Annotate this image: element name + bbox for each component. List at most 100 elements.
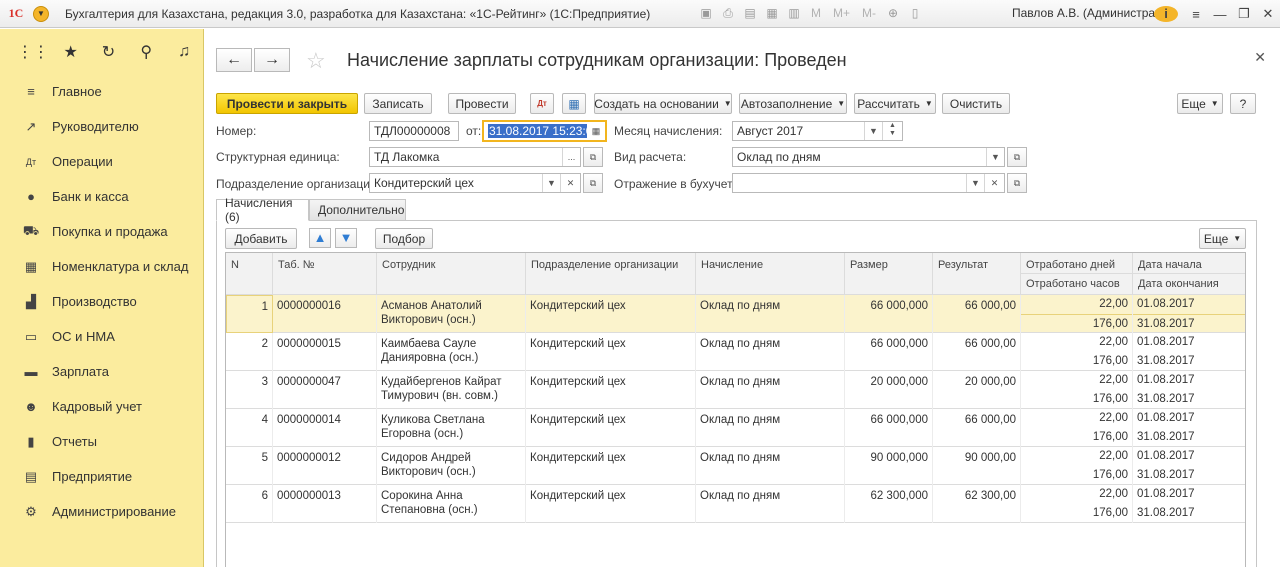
sidebar-item-admin[interactable]: ⚙ Администрирование <box>0 494 203 529</box>
column-header-hours[interactable]: Отработано часов <box>1021 274 1133 295</box>
cell-start-date[interactable]: 01.08.2017 <box>1133 333 1245 352</box>
cell-size[interactable]: 66 000,000 <box>845 333 933 371</box>
move-up-button[interactable]: ▲ <box>309 228 331 248</box>
cell-days[interactable]: 22,00 <box>1021 485 1132 504</box>
dt-kt-report-icon[interactable]: Дт <box>530 93 554 114</box>
forward-button[interactable]: → <box>254 48 290 72</box>
cell-dates[interactable]: 01.08.2017 31.08.2017 <box>1133 409 1245 447</box>
cell-hours[interactable]: 176,00 <box>1021 428 1132 447</box>
cell-dept[interactable]: Кондитерский цех <box>526 333 696 371</box>
column-header-n[interactable]: N <box>226 253 273 295</box>
cell-tab[interactable]: 0000000047 <box>273 371 377 409</box>
cell-end-date[interactable]: 31.08.2017 <box>1133 352 1245 371</box>
chevron-down-icon[interactable]: ▼ <box>966 174 984 192</box>
cell-n[interactable]: 6 <box>226 485 273 523</box>
cell-n[interactable]: 3 <box>226 371 273 409</box>
current-user[interactable]: Павлов А.В. (Администратор) <box>1012 6 1178 20</box>
settings-chevron-icon[interactable]: ≡ <box>1184 7 1208 22</box>
search-icon[interactable]: ⚲ <box>127 42 165 62</box>
cell-end-date[interactable]: 31.08.2017 <box>1133 314 1245 333</box>
panel-icon[interactable]: ▯ <box>907 4 923 22</box>
sidebar-item-reports[interactable]: ▮ Отчеты <box>0 424 203 459</box>
cell-start-date[interactable]: 01.08.2017 <box>1133 447 1245 466</box>
cell-hours[interactable]: 176,00 <box>1021 466 1132 485</box>
column-header-size[interactable]: Размер <box>845 253 933 295</box>
cell-result[interactable]: 20 000,00 <box>933 371 1021 409</box>
number-field[interactable]: ТДЛ00000008 <box>369 121 459 141</box>
cell-result[interactable]: 66 000,00 <box>933 333 1021 371</box>
cell-dept[interactable]: Кондитерский цех <box>526 447 696 485</box>
cell-n[interactable]: 2 <box>226 333 273 371</box>
unit-field[interactable]: ТД Лакомка ... <box>369 147 581 167</box>
cell-tab[interactable]: 0000000014 <box>273 409 377 447</box>
cell-n[interactable]: 5 <box>226 447 273 485</box>
cell-start-date[interactable]: 01.08.2017 <box>1133 485 1245 504</box>
column-header-dept[interactable]: Подразделение организации <box>526 253 696 295</box>
cell-size[interactable]: 90 000,000 <box>845 447 933 485</box>
save-icon[interactable]: ▣ <box>698 4 714 22</box>
cell-dept[interactable]: Кондитерский цех <box>526 485 696 523</box>
cell-result[interactable]: 90 000,00 <box>933 447 1021 485</box>
cell-hours[interactable]: 176,00 <box>1021 390 1132 409</box>
cell-employee[interactable]: Каимбаева Сауле Данияровна (осн.) <box>377 333 526 371</box>
cell-dates[interactable]: 01.08.2017 31.08.2017 <box>1133 295 1245 333</box>
clear-icon[interactable]: ✕ <box>984 174 1004 192</box>
post-and-close-button[interactable]: Провести и закрыть <box>216 93 358 114</box>
minimize-icon[interactable]: — <box>1208 7 1232 22</box>
favorite-star-icon[interactable]: ☆ <box>306 48 326 74</box>
sidebar-item-production[interactable]: ▟ Производство <box>0 284 203 319</box>
print-icon[interactable]: ⎙ <box>720 4 736 22</box>
sidebar-item-enterprise[interactable]: ▤ Предприятие <box>0 459 203 494</box>
cell-hours[interactable]: 176,00 <box>1021 352 1132 371</box>
column-header-accrual[interactable]: Начисление <box>696 253 845 295</box>
chevron-down-icon[interactable]: ▼ <box>864 122 882 140</box>
cell-accrual[interactable]: Оклад по дням <box>696 447 845 485</box>
favorites-star-icon[interactable]: ★ <box>52 42 90 62</box>
cell-accrual[interactable]: Оклад по дням <box>696 371 845 409</box>
cell-dates[interactable]: 01.08.2017 31.08.2017 <box>1133 333 1245 371</box>
cell-result[interactable]: 62 300,00 <box>933 485 1021 523</box>
more-button[interactable]: Еще ▼ <box>1177 93 1223 114</box>
maximize-icon[interactable]: ❐ <box>1232 6 1256 22</box>
cell-days-hours[interactable]: 22,00 176,00 <box>1021 485 1133 523</box>
bell-icon[interactable]: ♫ <box>165 43 203 61</box>
sidebar-item-manager[interactable]: ↗ Руководителю <box>0 109 203 144</box>
column-header-result[interactable]: Результат <box>933 253 1021 295</box>
cell-days[interactable]: 22,00 <box>1021 447 1132 466</box>
cell-dates[interactable]: 01.08.2017 31.08.2017 <box>1133 447 1245 485</box>
cell-tab[interactable]: 0000000012 <box>273 447 377 485</box>
tab-accruals[interactable]: Начисления (6) <box>216 196 309 224</box>
open-icon[interactable]: ⧉ <box>1007 173 1027 193</box>
table-row[interactable]: 3 0000000047 Кудайбергенов Кайрат Тимурович… <box>226 371 1245 409</box>
calendar-icon[interactable]: ▥ <box>786 4 802 22</box>
cell-employee[interactable]: Асманов Анатолий Викторович (осн.) <box>377 295 526 333</box>
table-row[interactable]: 4 0000000014 Куликова Светлана Егоровна (ос… <box>226 409 1245 447</box>
cell-employee[interactable]: Сидоров Андрей Викторович (осн.) <box>377 447 526 485</box>
cell-end-date[interactable]: 31.08.2017 <box>1133 390 1245 409</box>
memory-minus-button[interactable]: M- <box>862 6 876 20</box>
open-icon[interactable]: ⧉ <box>583 173 603 193</box>
cell-end-date[interactable]: 31.08.2017 <box>1133 466 1245 485</box>
table-row[interactable]: 1 0000000016 Асманов Анатолий Викторович (о… <box>226 295 1245 333</box>
cell-days[interactable]: 22,00 <box>1021 409 1132 428</box>
preview-icon[interactable]: ▤ <box>742 4 758 22</box>
calendar-icon[interactable]: ▦ <box>587 122 605 140</box>
cell-dates[interactable]: 01.08.2017 31.08.2017 <box>1133 371 1245 409</box>
table-row[interactable]: 5 0000000012 Сидоров Андрей Викторович (осн… <box>226 447 1245 485</box>
save-button[interactable]: Записать <box>364 93 432 114</box>
cell-size[interactable]: 66 000,000 <box>845 295 933 333</box>
cell-days-hours[interactable]: 22,00 176,00 <box>1021 409 1133 447</box>
cell-days-hours[interactable]: 22,00 176,00 <box>1021 447 1133 485</box>
table-row[interactable]: 2 0000000015 Каимбаева Сауле Данияровна (ос… <box>226 333 1245 371</box>
cell-size[interactable]: 66 000,000 <box>845 409 933 447</box>
column-header-start[interactable]: Дата начала <box>1133 253 1245 274</box>
cell-dates[interactable]: 01.08.2017 31.08.2017 <box>1133 485 1245 523</box>
cell-tab[interactable]: 0000000013 <box>273 485 377 523</box>
column-header-employee[interactable]: Сотрудник <box>377 253 526 295</box>
cell-result[interactable]: 66 000,00 <box>933 409 1021 447</box>
cell-tab[interactable]: 0000000015 <box>273 333 377 371</box>
cell-accrual[interactable]: Оклад по дням <box>696 333 845 371</box>
table-row[interactable]: 6 0000000013 Сорокина Анна Степановна (осн.… <box>226 485 1245 523</box>
tab-additional[interactable]: Дополнительно <box>309 199 406 221</box>
calc-type-field[interactable]: Оклад по дням ▼ <box>732 147 1005 167</box>
